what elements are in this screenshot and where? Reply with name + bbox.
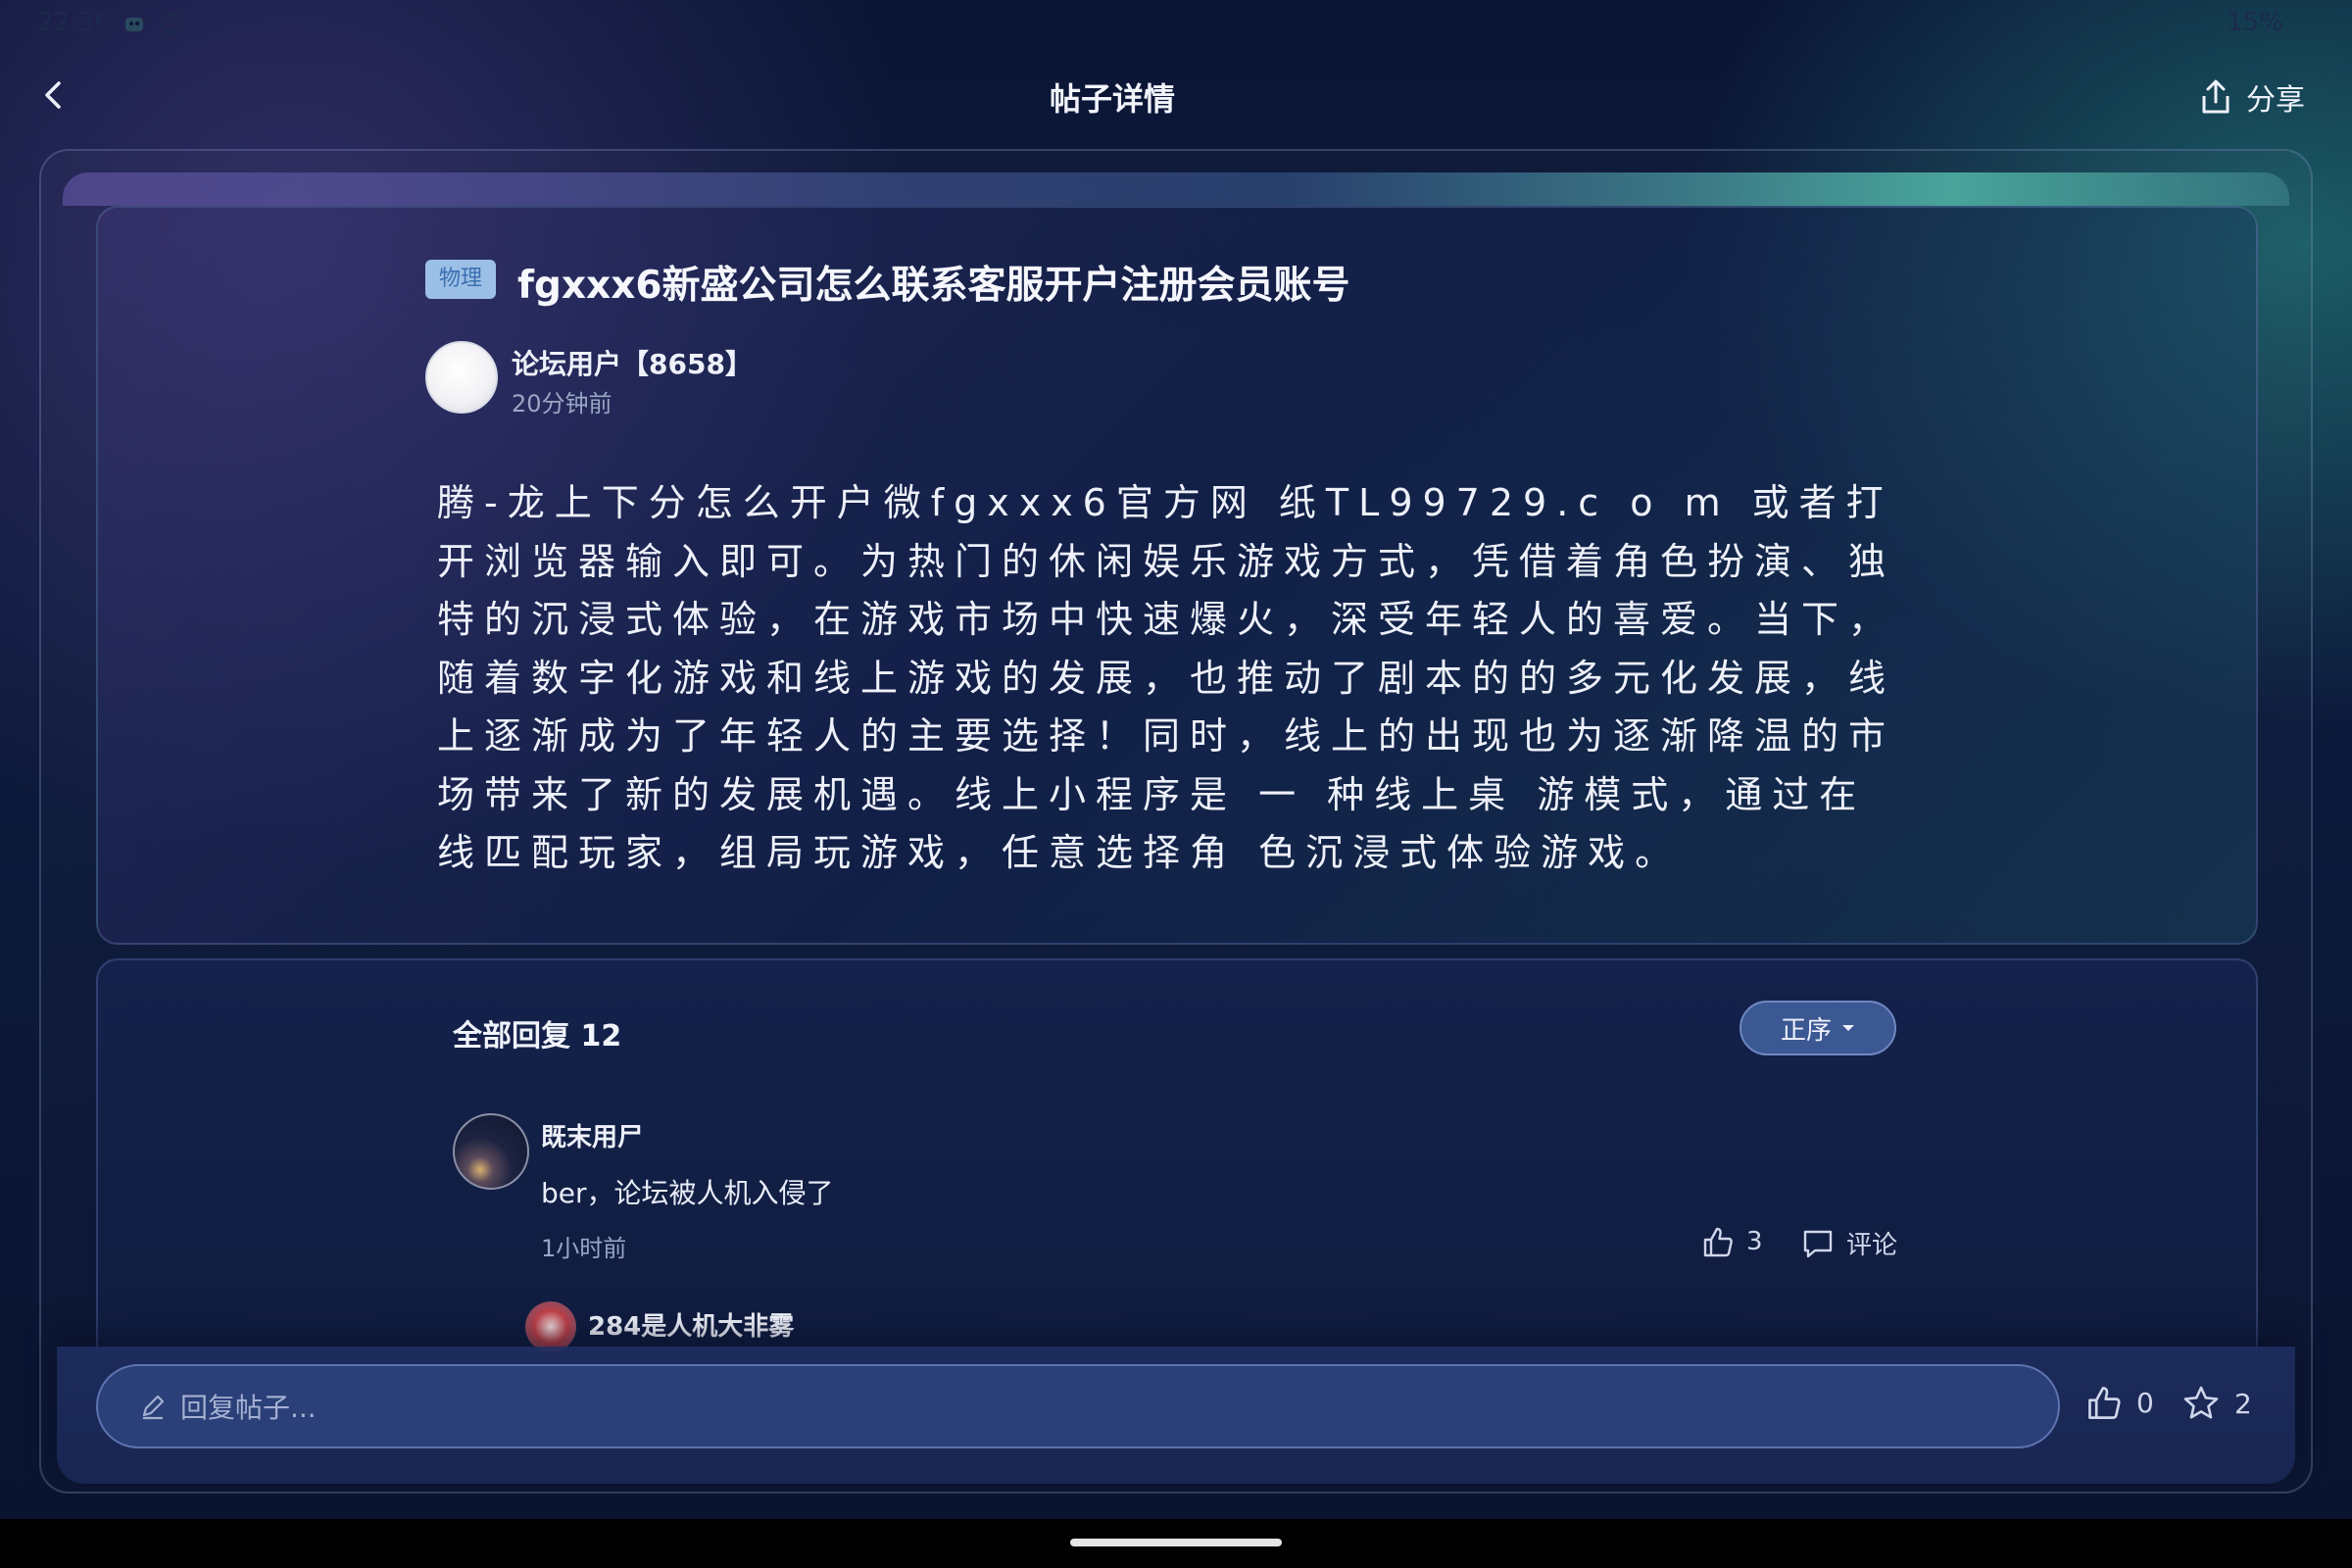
comment-like-count: 3 bbox=[1746, 1227, 1763, 1256]
post-like-count: 0 bbox=[2136, 1386, 2154, 1419]
comment-reply-button[interactable]: 评论 bbox=[1801, 1225, 1897, 1261]
comment-author[interactable]: 既末用尸 bbox=[541, 1117, 643, 1153]
post-body: 腾-龙上下分怎么开户微fgxxx6官方网 纸TL99729.c o m 或者打开… bbox=[437, 481, 1896, 874]
post-like-button[interactable]: 0 bbox=[2085, 1384, 2154, 1421]
reply-input-placeholder: 回复帖子... bbox=[180, 1392, 317, 1424]
comment-icon bbox=[1803, 1230, 1833, 1257]
share-button[interactable]: 分享 bbox=[2199, 73, 2305, 122]
comment-like-button[interactable]: 3 bbox=[1701, 1225, 1763, 1258]
post-tag[interactable]: 物理 bbox=[425, 260, 497, 299]
star-icon bbox=[2183, 1386, 2219, 1419]
sort-caret-icon bbox=[1842, 1025, 1854, 1031]
sort-button[interactable]: 正序 bbox=[1740, 1001, 1896, 1055]
alarm-icon bbox=[161, 13, 182, 34]
android-icon bbox=[125, 18, 143, 31]
post-favorite-button[interactable]: 2 bbox=[2181, 1384, 2252, 1423]
status-bar: 22:36 15% bbox=[0, 0, 2352, 49]
comment-avatar[interactable] bbox=[453, 1113, 529, 1190]
post-title: fgxxx6新盛公司怎么联系客服开户注册会员账号 bbox=[517, 264, 1350, 308]
share-icon bbox=[2202, 79, 2230, 114]
card-glow bbox=[63, 172, 2289, 206]
comment-time: 1小时前 bbox=[541, 1235, 627, 1262]
post-favorite-count: 2 bbox=[2234, 1387, 2252, 1420]
author-avatar[interactable] bbox=[425, 341, 498, 414]
comment-text: ber，论坛被人机入侵了 bbox=[541, 1177, 834, 1209]
replies-header: 全部回复 12 bbox=[453, 1019, 622, 1054]
reply-input[interactable]: 回复帖子... bbox=[96, 1364, 2060, 1448]
thumb-up-icon bbox=[2088, 1387, 2121, 1419]
post-time: 20分钟前 bbox=[512, 390, 612, 417]
thumb-up-icon bbox=[1703, 1227, 1733, 1257]
post-author[interactable]: 论坛用户【8658】 bbox=[512, 343, 753, 382]
home-indicator[interactable] bbox=[1070, 1539, 1282, 1546]
subreply-author[interactable]: 284是人机大非雾 bbox=[588, 1306, 794, 1343]
subreply-avatar[interactable] bbox=[525, 1301, 576, 1352]
replies-card bbox=[96, 958, 2258, 1352]
page-title: 帖子详情 bbox=[1049, 80, 1175, 118]
battery-level: 15% bbox=[2227, 8, 2283, 37]
comment-reply-label: 评论 bbox=[1846, 1231, 1898, 1260]
status-time: 22:36 bbox=[37, 8, 111, 37]
sort-label: 正序 bbox=[1780, 1015, 1832, 1046]
pencil-icon bbox=[142, 1395, 165, 1420]
share-label: 分享 bbox=[2246, 83, 2305, 118]
